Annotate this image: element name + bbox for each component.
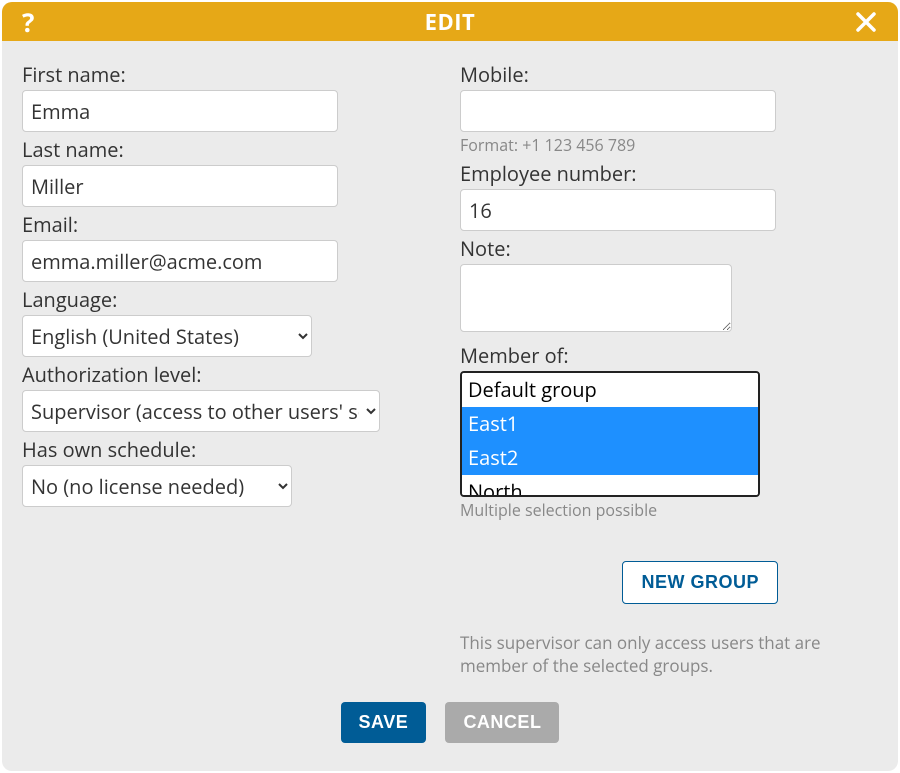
- member-of-option[interactable]: East2: [462, 441, 758, 475]
- employee-number-label: Employee number:: [460, 160, 878, 187]
- note-label: Note:: [460, 235, 878, 262]
- last-name-input[interactable]: [22, 165, 338, 207]
- has-schedule-label: Has own schedule:: [22, 436, 440, 463]
- close-icon[interactable]: [854, 10, 878, 34]
- right-column: Mobile: Format: +1 123 456 789 Employee …: [450, 61, 888, 678]
- member-of-option[interactable]: Default group: [462, 373, 758, 407]
- help-icon[interactable]: ?: [22, 4, 35, 40]
- last-name-label: Last name:: [22, 136, 440, 163]
- email-input[interactable]: [22, 240, 338, 282]
- has-schedule-select[interactable]: No (no license needed): [22, 465, 292, 507]
- first-name-label: First name:: [22, 61, 440, 88]
- dialog-title: EDIT: [425, 7, 476, 37]
- language-select[interactable]: English (United States): [22, 315, 312, 357]
- member-of-option[interactable]: East1: [462, 407, 758, 441]
- employee-number-input[interactable]: [460, 189, 776, 231]
- email-label: Email:: [22, 211, 440, 238]
- member-of-option[interactable]: North: [462, 475, 758, 497]
- dialog-footer: SAVE CANCEL: [2, 678, 898, 771]
- left-column: First name: Last name: Email: Language: …: [12, 61, 450, 678]
- new-group-button[interactable]: NEW GROUP: [622, 561, 778, 604]
- mobile-label: Mobile:: [460, 61, 878, 88]
- mobile-input[interactable]: [460, 90, 776, 132]
- language-label: Language:: [22, 286, 440, 313]
- member-of-hint: Multiple selection possible: [460, 499, 878, 521]
- dialog-header: ? EDIT: [2, 2, 898, 41]
- save-button[interactable]: SAVE: [341, 702, 427, 743]
- cancel-button[interactable]: CANCEL: [445, 702, 559, 743]
- first-name-input[interactable]: [22, 90, 338, 132]
- member-of-label: Member of:: [460, 342, 878, 369]
- dialog-body: First name: Last name: Email: Language: …: [2, 41, 898, 678]
- authorization-label: Authorization level:: [22, 361, 440, 388]
- supervisor-info-text: This supervisor can only access users th…: [460, 632, 878, 678]
- authorization-select[interactable]: Supervisor (access to other users' sched…: [22, 390, 380, 432]
- mobile-hint: Format: +1 123 456 789: [460, 134, 878, 156]
- edit-dialog: ? EDIT First name: Last name: Email: Lan…: [2, 2, 898, 771]
- note-textarea[interactable]: [460, 264, 732, 332]
- member-of-listbox[interactable]: Default groupEast1East2North: [460, 371, 760, 497]
